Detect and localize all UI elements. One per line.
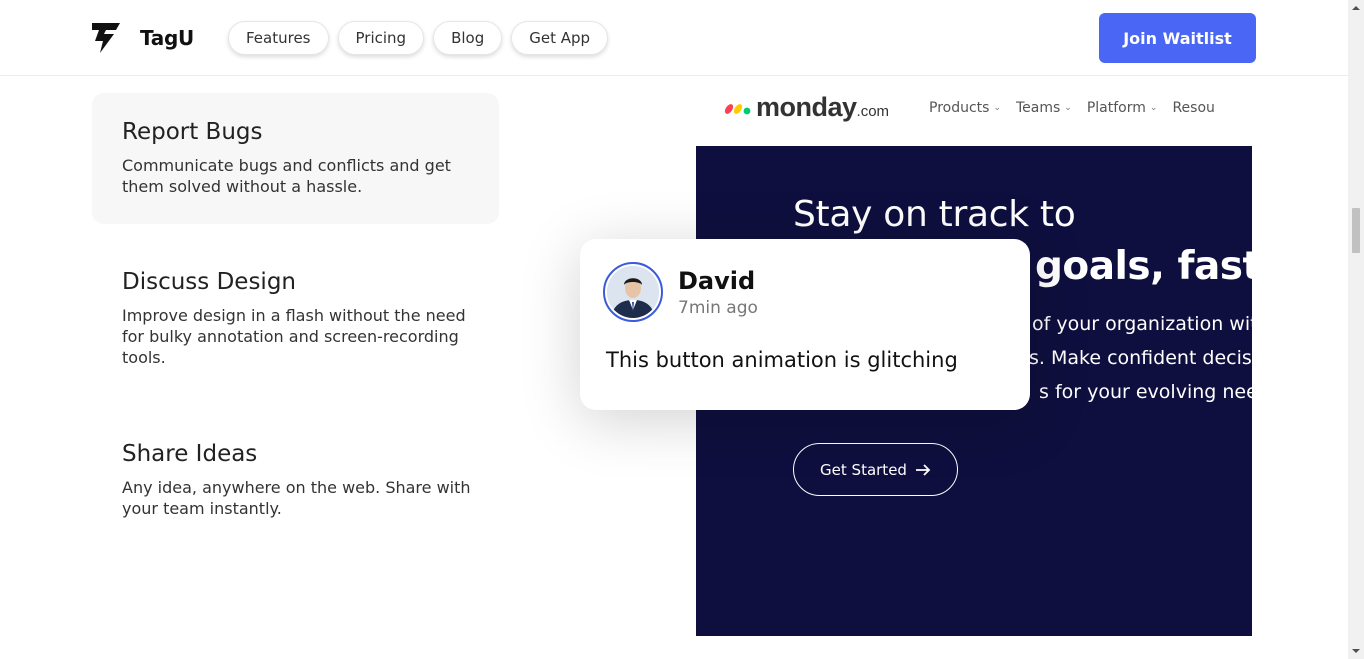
brand-name: TagU: [140, 25, 194, 50]
mockup-nav-label: Resou: [1172, 100, 1215, 116]
mockup-nav-label: Teams: [1016, 100, 1061, 116]
chevron-down-icon: ⌄: [993, 103, 1001, 113]
mockup-nav-teams[interactable]: Teams ⌄: [1016, 100, 1072, 116]
get-started-label: Get Started: [820, 460, 907, 479]
hero-text-line: s for your evolving need: [1039, 381, 1252, 403]
feature-share-ideas[interactable]: Share Ideas Any idea, anywhere on the we…: [92, 415, 499, 545]
monday-logo-word: monday: [756, 92, 857, 122]
get-started-button[interactable]: Get Started: [793, 443, 958, 496]
scrollbar-thumb[interactable]: [1352, 208, 1360, 253]
mockup-navbar: monday .com Products ⌄ Teams ⌄ Platform ⌄ R…: [696, 84, 1252, 132]
arrow-right-icon: [915, 463, 931, 476]
comment-message: This button animation is glitching: [606, 348, 958, 372]
nav-get-app[interactable]: Get App: [511, 21, 609, 55]
monday-logo-icon: [724, 104, 751, 115]
brand-logo[interactable]: TagU: [92, 21, 194, 54]
nav-features[interactable]: Features: [228, 21, 329, 55]
person-icon: [607, 266, 659, 318]
hero-text-line: of your organization wit: [1032, 313, 1252, 335]
page-scrollbar[interactable]: [1348, 0, 1364, 659]
feature-title: Discuss Design: [122, 269, 296, 295]
nav-pricing[interactable]: Pricing: [337, 21, 425, 55]
feature-description: Communicate bugs and conflicts and get t…: [122, 156, 451, 196]
hero-heading-line2: goals, faster: [1035, 244, 1252, 289]
feature-title: Report Bugs: [122, 119, 263, 145]
scroll-up-arrow-icon[interactable]: [1348, 0, 1364, 16]
comment-time: 7min ago: [678, 298, 758, 318]
site-header: TagU Features Pricing Blog Get App Join …: [0, 0, 1348, 76]
user-avatar: [603, 262, 663, 322]
nav-blog[interactable]: Blog: [433, 21, 503, 55]
scroll-down-arrow-icon[interactable]: [1348, 643, 1364, 659]
mockup-nav-platform[interactable]: Platform ⌄: [1087, 100, 1158, 116]
monday-logo-suffix: .com: [856, 103, 890, 120]
mockup-nav-products[interactable]: Products ⌄: [929, 100, 1001, 116]
feature-report-bugs[interactable]: Report Bugs Communicate bugs and conflic…: [92, 93, 499, 224]
main-nav: Features Pricing Blog Get App: [228, 21, 609, 55]
join-waitlist-button[interactable]: Join Waitlist: [1099, 13, 1256, 63]
chevron-down-icon: ⌄: [1149, 103, 1158, 113]
feature-description: Improve design in a flash without the ne…: [122, 306, 466, 367]
tagu-logo-icon: [92, 23, 120, 53]
avatar-photo: [607, 266, 659, 318]
mockup-nav-links: Products ⌄ Teams ⌄ Platform ⌄ Resou: [929, 100, 1215, 116]
feature-description: Any idea, anywhere on the web. Share wit…: [122, 478, 471, 518]
mockup-nav-label: Products: [929, 100, 990, 116]
monday-logo: monday .com: [724, 92, 889, 123]
hero-text-line: s. Make confident decisi: [1029, 347, 1252, 369]
mockup-nav-resources[interactable]: Resou: [1172, 100, 1214, 116]
feature-discuss-design[interactable]: Discuss Design Improve design in a flash…: [92, 243, 499, 394]
mockup-nav-label: Platform: [1086, 100, 1146, 116]
comment-author: David: [678, 267, 756, 295]
feature-title: Share Ideas: [122, 441, 258, 467]
hero-heading-line1: Stay on track to: [793, 194, 1076, 235]
chevron-down-icon: ⌄: [1064, 103, 1072, 113]
comment-card[interactable]: David 7min ago This button animation is …: [580, 239, 1030, 410]
